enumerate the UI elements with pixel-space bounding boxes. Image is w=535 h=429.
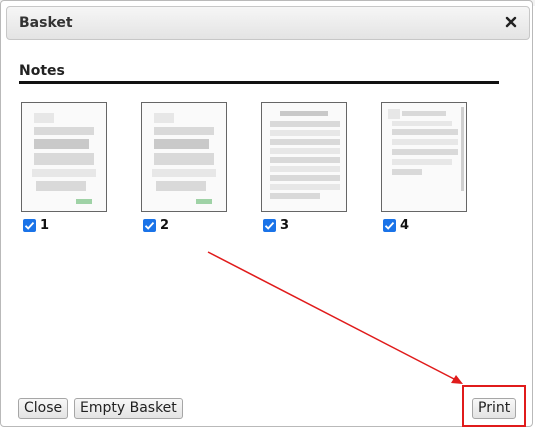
annotation-arrow <box>207 251 463 384</box>
